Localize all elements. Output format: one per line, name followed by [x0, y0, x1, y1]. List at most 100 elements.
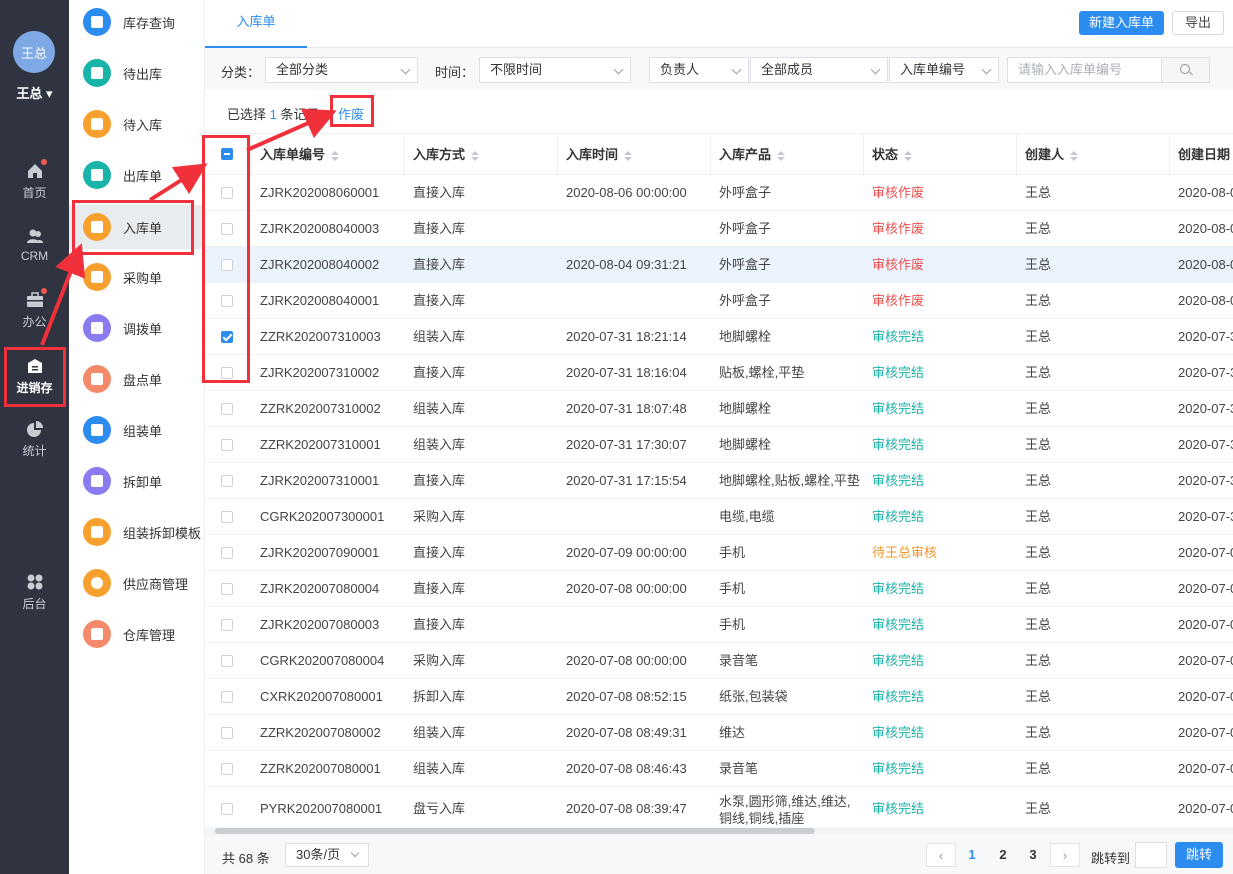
table-row[interactable]: ZJRK202008040001 直接入库 外呼盒子 审核作废 王总 2020-08-0	[205, 283, 1233, 319]
cell-code: CGRK202007300001	[260, 509, 385, 524]
submenu-item-disassembly[interactable]: 拆卸单	[69, 459, 205, 503]
time-select[interactable]: 不限时间	[479, 57, 631, 83]
row-checkbox[interactable]	[221, 547, 233, 559]
submenu-item-stock-query[interactable]: 库存查询	[69, 0, 205, 44]
column-header-code[interactable]: 入库单编号	[252, 134, 405, 176]
members-select[interactable]: 全部成员	[750, 57, 888, 83]
sort-icon[interactable]	[331, 150, 340, 161]
row-checkbox[interactable]	[221, 619, 233, 631]
column-header-label: 入库时间	[566, 147, 619, 162]
page-1-button[interactable]: 1	[957, 843, 987, 867]
row-checkbox[interactable]	[221, 763, 233, 775]
page-3-button[interactable]: 3	[1018, 843, 1048, 867]
row-checkbox[interactable]	[221, 475, 233, 487]
new-inbound-order-button[interactable]: 新建入库单	[1079, 11, 1164, 35]
column-header-time[interactable]: 入库时间	[558, 134, 711, 176]
cell-time: 2020-07-08 08:49:31	[566, 725, 687, 740]
table-row[interactable]: CXRK202007080001 拆卸入库 2020-07-08 08:52:15 纸…	[205, 679, 1233, 715]
scrollbar-thumb[interactable]	[215, 828, 815, 834]
category-select[interactable]: 全部分类	[265, 57, 418, 83]
table-row[interactable]: ZZRK202007310002 组装入库 2020-07-31 18:07:48 地…	[205, 391, 1233, 427]
sort-icon[interactable]	[624, 150, 633, 161]
tab-inbound-orders[interactable]: 入库单	[205, 0, 307, 48]
row-checkbox[interactable]	[221, 439, 233, 451]
table-row[interactable]: ZJRK202008040003 直接入库 外呼盒子 审核作废 王总 2020-08-0	[205, 211, 1233, 247]
cell-code: ZJRK202007310001	[260, 473, 380, 488]
table-row[interactable]: PYRK202007080001 盘亏入库 2020-07-08 08:39:47 水…	[205, 787, 1233, 829]
search-input[interactable]: 请输入入库单编号	[1007, 57, 1162, 83]
cell-creator: 王总	[1025, 365, 1052, 380]
table-row[interactable]: CGRK202007080004 采购入库 2020-07-08 00:00:00 录…	[205, 643, 1233, 679]
table-row[interactable]: ZZRK202007310003 组装入库 2020-07-31 18:21:14 地…	[205, 319, 1233, 355]
nav-item-label: 后台	[22, 597, 47, 611]
table-row[interactable]: ZJRK202008060001 直接入库 2020-08-06 00:00:00 外…	[205, 175, 1233, 211]
sort-icon[interactable]	[471, 150, 480, 161]
submenu-item-assembly-template[interactable]: 组装拆卸模板	[69, 510, 205, 554]
nav-item-home[interactable]: 首页	[0, 159, 69, 201]
row-checkbox[interactable]	[221, 403, 233, 415]
table-row[interactable]: ZJRK202008040002 直接入库 2020-08-04 09:31:21 外…	[205, 247, 1233, 283]
jump-page-input[interactable]	[1135, 842, 1167, 868]
cell-status: 审核完结	[872, 437, 925, 452]
table-row[interactable]: ZJRK202007080003 直接入库 手机 审核完结 王总 2020-07-0	[205, 607, 1233, 643]
search-button[interactable]	[1162, 57, 1210, 83]
submenu-item-outbound[interactable]: 出库单	[69, 153, 205, 197]
submenu-item-pending-out[interactable]: 待出库	[69, 51, 205, 95]
nav-item-crm[interactable]: CRM	[0, 227, 69, 263]
column-header-method[interactable]: 入库方式	[405, 134, 558, 176]
submenu-item-warehouses[interactable]: 仓库管理	[69, 612, 205, 656]
cell-time: 2020-07-08 00:00:00	[566, 581, 687, 596]
column-header-status[interactable]: 状态	[864, 134, 1017, 176]
submenu-item-transfer[interactable]: 调拨单	[69, 306, 205, 350]
row-checkbox[interactable]	[221, 803, 233, 815]
nav-item-admin[interactable]: 后台	[0, 573, 69, 612]
column-header-label: 创建日期	[1178, 147, 1231, 162]
submenu-item-purchase[interactable]: 采购单	[69, 255, 205, 299]
table-row[interactable]: CGRK202007300001 采购入库 电缆,电缆 审核完结 王总 2020-07-3	[205, 499, 1233, 535]
table-row[interactable]: ZJRK202007310001 直接入库 2020-07-31 17:15:54 地…	[205, 463, 1233, 499]
owner-select[interactable]: 负责人	[649, 57, 749, 83]
row-checkbox[interactable]	[221, 691, 233, 703]
chevron-down-icon	[981, 64, 992, 75]
jump-button[interactable]: 跳转	[1175, 842, 1223, 868]
table-row[interactable]: ZJRK202007310002 直接入库 2020-07-31 18:16:04 贴…	[205, 355, 1233, 391]
cell-method: 采购入库	[413, 509, 466, 524]
sort-icon[interactable]	[777, 150, 786, 161]
submenu-item-suppliers[interactable]: 供应商管理	[69, 561, 205, 605]
cell-creator: 王总	[1025, 653, 1052, 668]
submenu-item-pending-in[interactable]: 待入库	[69, 102, 205, 146]
nav-item-office[interactable]: 办公	[0, 288, 69, 330]
table-row[interactable]: ZZRK202007080001 组装入库 2020-07-08 08:46:43 录…	[205, 751, 1233, 787]
prev-page-button[interactable]: ‹	[926, 843, 956, 867]
search-field-select[interactable]: 入库单编号	[889, 57, 999, 83]
cell-product: 地脚螺栓,贴板,螺栓,平垫	[719, 473, 860, 488]
cell-status: 审核完结	[872, 653, 925, 668]
next-page-button[interactable]: ›	[1050, 843, 1080, 867]
sort-icon[interactable]	[1070, 150, 1079, 161]
cell-time: 2020-07-31 18:07:48	[566, 401, 687, 416]
table-row[interactable]: ZJRK202007080004 直接入库 2020-07-08 00:00:00 手…	[205, 571, 1233, 607]
cell-product: 录音笔	[719, 761, 759, 776]
row-checkbox[interactable]	[221, 583, 233, 595]
horizontal-scrollbar[interactable]	[205, 827, 1233, 835]
cell-product: 外呼盒子	[719, 185, 772, 200]
table-row[interactable]: ZJRK202007090001 直接入库 2020-07-09 00:00:00 手…	[205, 535, 1233, 571]
column-header-created-date[interactable]: 创建日期	[1170, 134, 1233, 176]
column-header-creator[interactable]: 创建人	[1017, 134, 1170, 176]
row-checkbox[interactable]	[221, 727, 233, 739]
submenu-item-stocktake[interactable]: 盘点单	[69, 357, 205, 401]
nav-item-stats[interactable]: 统计	[0, 420, 69, 459]
submenu-item-assembly[interactable]: 组装单	[69, 408, 205, 452]
sort-icon[interactable]	[904, 150, 913, 161]
cell-method: 直接入库	[413, 545, 466, 560]
row-checkbox[interactable]	[221, 511, 233, 523]
page-size-select[interactable]: 30条/页	[285, 843, 369, 867]
table-row[interactable]: ZZRK202007080002 组装入库 2020-07-08 08:49:31 维…	[205, 715, 1233, 751]
page-2-button[interactable]: 2	[988, 843, 1018, 867]
user-menu[interactable]: 王总 ▾	[0, 83, 69, 102]
export-button[interactable]: 导出	[1172, 11, 1224, 35]
table-row[interactable]: ZZRK202007310001 组装入库 2020-07-31 17:30:07 地…	[205, 427, 1233, 463]
column-header-product[interactable]: 入库产品	[711, 134, 864, 176]
avatar[interactable]: 王总	[13, 31, 55, 73]
row-checkbox[interactable]	[221, 655, 233, 667]
